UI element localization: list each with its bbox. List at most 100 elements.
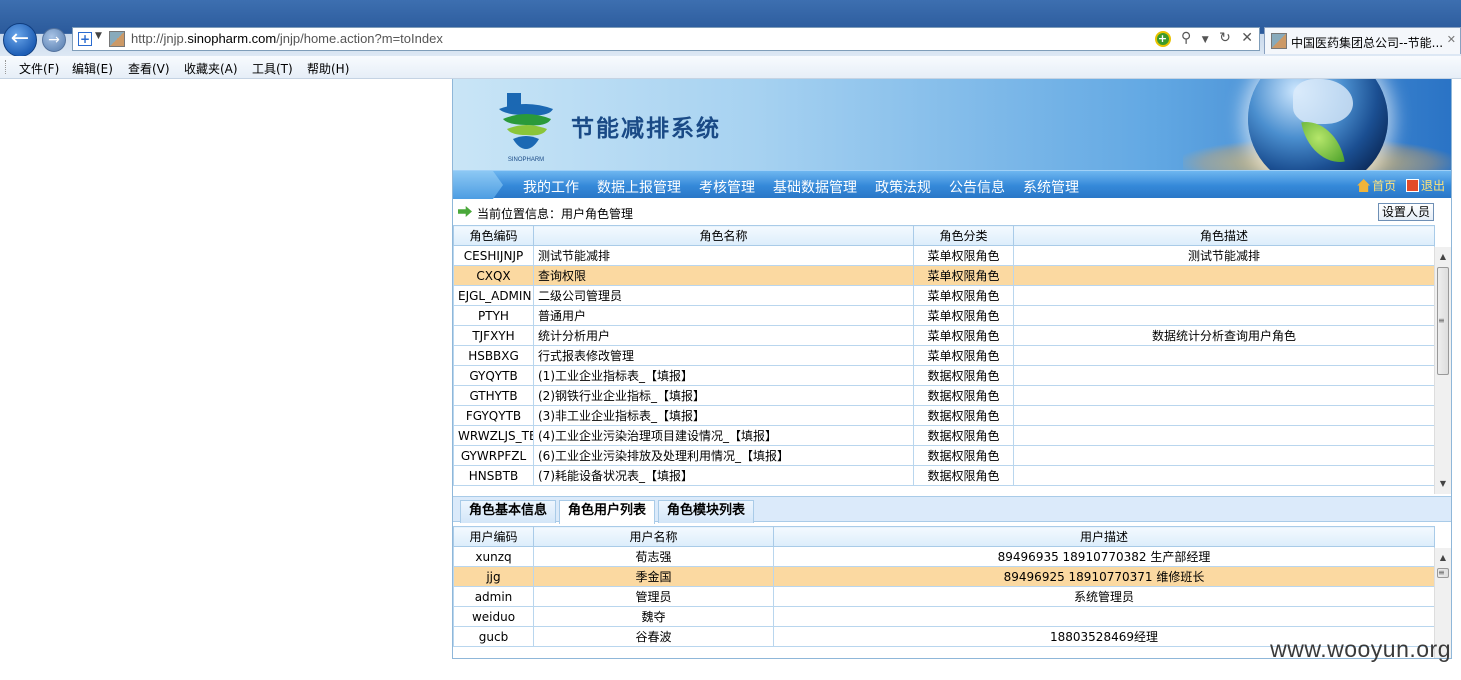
role-code-cell[interactable]: CXQX [453,265,534,286]
table-row[interactable]: HNSBTB (7)耗能设备状况表_【填报】 数据权限角色 [453,465,1435,486]
role-type-cell[interactable]: 数据权限角色 [913,385,1014,406]
role-code-cell[interactable]: HSBBXG [453,345,534,366]
role-type-cell[interactable]: 菜单权限角色 [913,285,1014,306]
role-name-cell[interactable]: (1)工业企业指标表_【填报】 [533,365,914,386]
tab-role-user-list[interactable]: 角色用户列表 [559,500,656,524]
role-desc-cell[interactable] [1013,285,1435,306]
user-name-cell[interactable]: 魏夺 [533,606,774,627]
stop-icon[interactable]: ✕ [1241,30,1253,46]
nav-my-work[interactable]: 我的工作 [523,177,579,197]
user-code-cell[interactable]: gucb [453,626,534,647]
role-name-cell[interactable]: 行式报表修改管理 [533,345,914,366]
user-name-cell[interactable]: 谷春波 [533,626,774,647]
user-code-cell[interactable]: xunzq [453,546,534,567]
role-desc-cell[interactable]: 数据统计分析查询用户角色 [1013,325,1435,346]
role-name-cell[interactable]: 普通用户 [533,305,914,326]
nav-assessment[interactable]: 考核管理 [699,177,755,197]
chevron-down-icon[interactable]: ▼ [95,31,102,41]
role-type-cell[interactable]: 菜单权限角色 [913,305,1014,326]
roles-scrollbar[interactable]: ▲ ≡ ▼ [1434,247,1451,494]
user-desc-cell[interactable] [773,606,1435,627]
nav-data-report[interactable]: 数据上报管理 [597,177,681,197]
role-type-cell[interactable]: 菜单权限角色 [913,245,1014,266]
menu-view[interactable]: 查看(V) [128,60,170,77]
role-desc-cell[interactable] [1013,305,1435,326]
role-name-cell[interactable]: (3)非工业企业指标表_【填报】 [533,405,914,426]
user-code-cell[interactable]: weiduo [453,606,534,627]
role-type-cell[interactable]: 数据权限角色 [913,365,1014,386]
user-desc-cell[interactable]: 系统管理员 [773,586,1435,607]
role-code-cell[interactable]: FGYQYTB [453,405,534,426]
scroll-up-icon[interactable]: ▲ [1435,550,1451,566]
col-role-desc[interactable]: 角色描述 [1013,225,1435,246]
role-type-cell[interactable]: 数据权限角色 [913,465,1014,486]
col-user-name[interactable]: 用户名称 [533,526,774,547]
nav-policy[interactable]: 政策法规 [875,177,931,197]
user-name-cell[interactable]: 季金国 [533,566,774,587]
role-desc-cell[interactable] [1013,425,1435,446]
role-name-cell[interactable]: 测试节能减排 [533,245,914,266]
menu-tools[interactable]: 工具(T) [252,60,293,77]
role-desc-cell[interactable] [1013,345,1435,366]
table-row[interactable]: admin 管理员 系统管理员 [453,586,1435,607]
table-row[interactable]: GYWRPFZL (6)工业企业污染排放及处理利用情况_【填报】 数据权限角色 [453,445,1435,466]
role-code-cell[interactable]: HNSBTB [453,465,534,486]
col-role-code[interactable]: 角色编码 [453,225,534,246]
role-name-cell[interactable]: (6)工业企业污染排放及处理利用情况_【填报】 [533,445,914,466]
role-name-cell[interactable]: 二级公司管理员 [533,285,914,306]
role-type-cell[interactable]: 数据权限角色 [913,425,1014,446]
nav-system[interactable]: 系统管理 [1023,177,1079,197]
tab-role-module-list[interactable]: 角色模块列表 [658,500,755,523]
table-row[interactable]: EJGL_ADMIN 二级公司管理员 菜单权限角色 [453,285,1435,306]
role-type-cell[interactable]: 菜单权限角色 [913,345,1014,366]
set-users-button[interactable]: 设置人员 [1377,203,1434,221]
role-code-cell[interactable]: GYQYTB [453,365,534,386]
user-code-cell[interactable]: jjg [453,566,534,587]
role-code-cell[interactable]: GTHYTB [453,385,534,406]
menu-favorites[interactable]: 收藏夹(A) [184,60,238,77]
dropdown-icon[interactable]: ▼ [1202,35,1209,45]
user-name-cell[interactable]: 管理员 [533,586,774,607]
role-desc-cell[interactable] [1013,365,1435,386]
col-role-type[interactable]: 角色分类 [913,225,1014,246]
back-button[interactable]: ← [3,23,37,57]
table-row[interactable]: CESHIJNJP 测试节能减排 菜单权限角色 测试节能减排 [453,245,1435,266]
user-desc-cell[interactable]: 89496935 18910770382 生产部经理 [773,546,1435,567]
table-row[interactable]: xunzq 荀志强 89496935 18910770382 生产部经理 [453,546,1435,567]
user-desc-cell[interactable]: 89496925 18910770371 维修班长 [773,566,1435,587]
exit-icon[interactable] [1405,179,1419,192]
table-row[interactable]: GYQYTB (1)工业企业指标表_【填报】 数据权限角色 [453,365,1435,386]
menu-edit[interactable]: 编辑(E) [72,60,113,77]
table-row[interactable]: jjg 季金国 89496925 18910770371 维修班长 [453,566,1435,587]
col-role-name[interactable]: 角色名称 [533,225,914,246]
forward-button[interactable]: → [42,28,66,52]
compatibility-view-icon[interactable]: + [1154,31,1171,47]
search-icon[interactable]: ⚲ [1181,30,1191,46]
home-icon[interactable] [1357,179,1371,192]
nav-announcements[interactable]: 公告信息 [949,177,1005,197]
user-name-cell[interactable]: 荀志强 [533,546,774,567]
role-code-cell[interactable]: EJGL_ADMIN [453,285,534,306]
role-name-cell[interactable]: 统计分析用户 [533,325,914,346]
role-type-cell[interactable]: 菜单权限角色 [913,325,1014,346]
tab-close-icon[interactable]: ✕ [1447,33,1456,46]
scroll-up-icon[interactable]: ▲ [1435,249,1451,265]
home-link[interactable]: 首页 [1372,179,1396,193]
role-code-cell[interactable]: TJFXYH [453,325,534,346]
address-bar[interactable]: + ▼ http://jnjp.sinopharm.com/jnjp/home.… [72,27,1260,51]
role-desc-cell[interactable] [1013,265,1435,286]
role-type-cell[interactable]: 数据权限角色 [913,445,1014,466]
table-row[interactable]: CXQX 查询权限 菜单权限角色 [453,265,1435,286]
role-type-cell[interactable]: 菜单权限角色 [913,265,1014,286]
url-text[interactable]: http://jnjp.sinopharm.com/jnjp/home.acti… [131,31,443,46]
table-row[interactable]: FGYQYTB (3)非工业企业指标表_【填报】 数据权限角色 [453,405,1435,426]
col-user-desc[interactable]: 用户描述 [773,526,1435,547]
role-name-cell[interactable]: (7)耗能设备状况表_【填报】 [533,465,914,486]
table-row[interactable]: weiduo 魏夺 [453,606,1435,627]
role-desc-cell[interactable]: 测试节能减排 [1013,245,1435,266]
table-row[interactable]: TJFXYH 统计分析用户 菜单权限角色 数据统计分析查询用户角色 [453,325,1435,346]
role-code-cell[interactable]: PTYH [453,305,534,326]
role-name-cell[interactable]: (4)工业企业污染治理项目建设情况_【填报】 [533,425,914,446]
scroll-down-icon[interactable]: ▼ [1435,476,1451,492]
role-type-cell[interactable]: 数据权限角色 [913,405,1014,426]
